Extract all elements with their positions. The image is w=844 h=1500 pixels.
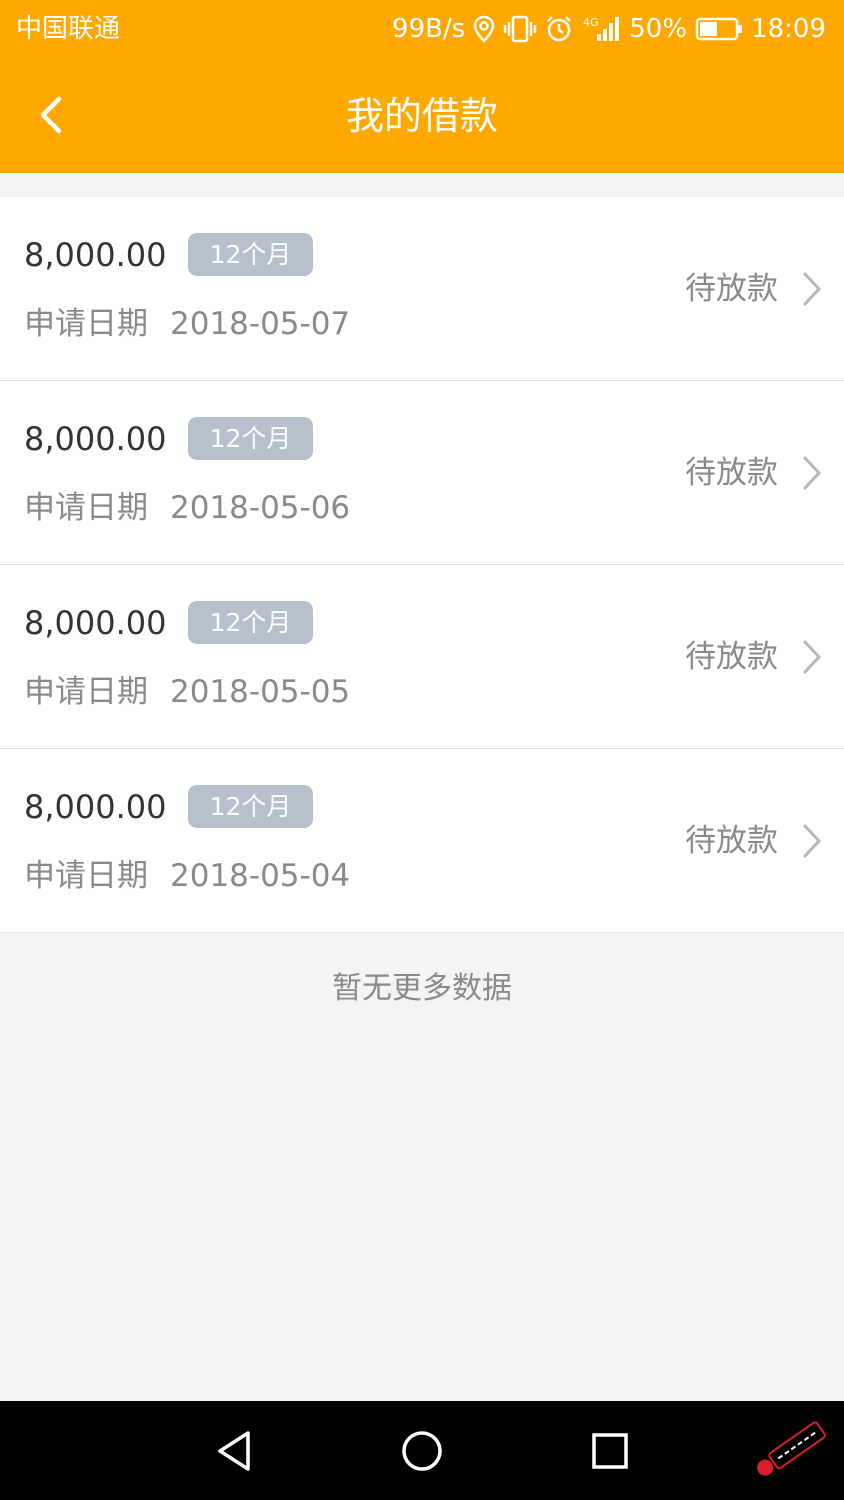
system-nav-bar <box>0 1401 844 1500</box>
loan-amount: 8,000.00 <box>24 420 167 458</box>
loan-status: 待放款 <box>685 639 778 675</box>
loan-item[interactable]: 8,000.00 12个月 申请日期 2018-05-06 待放款 <box>0 381 844 565</box>
battery-percent: 50% <box>629 14 688 44</box>
battery-icon <box>695 16 743 42</box>
chevron-right-icon <box>803 272 821 306</box>
network-type-label: 4G <box>583 16 599 29</box>
no-more-data-text: 暂无更多数据 <box>332 971 512 1006</box>
date-value: 2018-05-05 <box>170 674 351 710</box>
loan-status: 待放款 <box>685 455 778 491</box>
application-date-row: 申请日期 2018-05-06 <box>24 486 350 530</box>
page-title: 我的借款 <box>345 94 498 138</box>
signal-icon: 4G <box>581 15 621 43</box>
status-indicators: 99B/s 4G 50% 18:09 <box>392 12 826 46</box>
chevron-right-icon <box>803 456 821 490</box>
alarm-icon <box>545 15 573 43</box>
date-label: 申请日期 <box>24 674 148 710</box>
date-value: 2018-05-07 <box>170 306 351 342</box>
loan-status: 待放款 <box>685 823 778 859</box>
battery-fill <box>700 22 718 36</box>
term-badge: 12个月 <box>188 417 313 460</box>
loan-item[interactable]: 8,000.00 12个月 申请日期 2018-05-04 待放款 <box>0 749 844 933</box>
back-triangle-icon <box>218 1431 250 1471</box>
date-label: 申请日期 <box>24 858 148 894</box>
carrier-name: 中国联通 <box>16 14 121 44</box>
clock-time: 18:09 <box>751 14 826 44</box>
application-date-row: 申请日期 2018-05-04 <box>24 854 350 898</box>
location-icon <box>473 15 495 43</box>
system-back-button[interactable] <box>208 1425 260 1477</box>
term-badge: 12个月 <box>188 601 313 644</box>
system-home-button[interactable] <box>396 1425 448 1477</box>
loan-item[interactable]: 8,000.00 12个月 申请日期 2018-05-07 待放款 <box>0 197 844 381</box>
network-speed: 99B/s <box>392 14 466 44</box>
recents-square-icon <box>592 1433 628 1469</box>
system-recents-button[interactable] <box>584 1425 636 1477</box>
chevron-right-icon <box>803 824 821 858</box>
loan-amount: 8,000.00 <box>24 604 167 642</box>
loan-amount: 8,000.00 <box>24 788 167 826</box>
home-circle-icon <box>402 1431 442 1471</box>
header: 中国联通 99B/s 4G 50% 18:09 我的借款 <box>0 0 844 173</box>
loan-list: 8,000.00 12个月 申请日期 2018-05-07 待放款 8,000.0… <box>0 197 844 933</box>
date-label: 申请日期 <box>24 490 148 526</box>
application-date-row: 申请日期 2018-05-05 <box>24 670 350 714</box>
term-badge: 12个月 <box>188 233 313 276</box>
status-bar: 中国联通 99B/s 4G 50% 18:09 <box>0 0 844 58</box>
watermark-logo <box>757 1421 826 1476</box>
term-badge: 12个月 <box>188 785 313 828</box>
chevron-right-icon <box>803 640 821 674</box>
vibrate-icon <box>503 15 537 43</box>
date-value: 2018-05-06 <box>170 490 351 526</box>
date-value: 2018-05-04 <box>170 858 351 894</box>
loan-item[interactable]: 8,000.00 12个月 申请日期 2018-05-05 待放款 <box>0 565 844 749</box>
date-label: 申请日期 <box>24 306 148 342</box>
loan-status: 待放款 <box>685 271 778 307</box>
application-date-row: 申请日期 2018-05-07 <box>24 302 350 346</box>
nav-bar: 我的借款 <box>0 58 844 173</box>
loan-amount: 8,000.00 <box>24 236 167 274</box>
